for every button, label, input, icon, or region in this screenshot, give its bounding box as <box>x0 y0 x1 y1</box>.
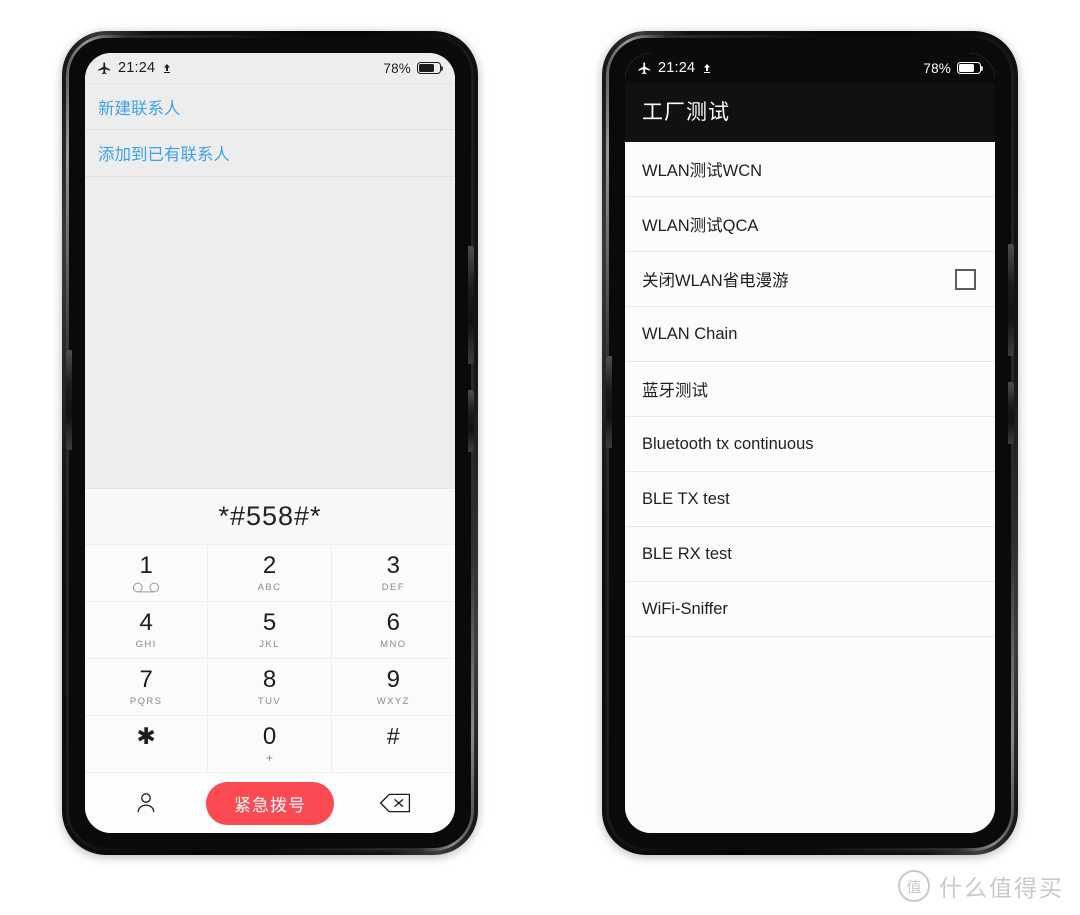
page-title: 工厂测试 <box>625 83 995 142</box>
dialpad-key-digit: ✱ <box>136 723 156 749</box>
dialpad-key-3[interactable]: 3 DEF <box>331 545 455 602</box>
dialpad-key-letters: ABC <box>257 581 282 593</box>
dialpad-key-digit: 5 <box>262 608 277 636</box>
list-item-label: Bluetooth tx continuous <box>642 434 814 453</box>
dialpad-key-letters: PQRS <box>129 695 163 707</box>
contacts-person-icon <box>133 790 159 816</box>
dialpad-key-digit: 1 <box>139 551 153 579</box>
add-to-existing-contact-label: 添加到已有联系人 <box>98 146 230 164</box>
emergency-call-button-cell: 紧急拨号 <box>206 781 334 825</box>
list-item[interactable]: WLAN Chain <box>625 307 995 362</box>
dialpad-key-6[interactable]: 6 MNO <box>331 602 455 659</box>
list-item[interactable]: BLE TX test <box>625 472 995 527</box>
phone-device-right: 21:24 78% 工厂测试 WLAN测试WCN WLAN测试QCA 关闭WLA… <box>602 31 1018 855</box>
list-item[interactable]: Bluetooth tx continuous <box>625 417 995 472</box>
battery-icon <box>417 62 444 74</box>
airplane-mode-icon <box>97 61 112 76</box>
dialpad-key-9[interactable]: 9 WXYZ <box>331 659 455 716</box>
contacts-button[interactable] <box>85 790 206 816</box>
backspace-icon <box>378 791 412 815</box>
volume-up-button-right-phone[interactable] <box>1008 244 1014 356</box>
phone-body-right: 21:24 78% 工厂测试 WLAN测试WCN WLAN测试QCA 关闭WLA… <box>606 38 1014 848</box>
power-button[interactable] <box>468 390 474 452</box>
dialpad-key-letters: MNO <box>380 638 407 650</box>
upload-arrow-icon <box>701 62 713 75</box>
dialpad-keypad: 1 2 ABC 3 DEF 4 GHI 5 JKL 6 MNO 7 PQRS 8 TUV 9 WXYZ ✱ 0 + # <box>85 545 455 773</box>
list-item-label: WLAN测试WCN <box>642 162 763 180</box>
watermark: 值 什么值得买 <box>898 869 1064 903</box>
list-item[interactable]: WLAN测试QCA <box>625 197 995 252</box>
dialpad-key-digit: 8 <box>262 665 277 693</box>
dialpad-key-8[interactable]: 8 TUV <box>208 659 332 716</box>
list-item-label: WLAN测试QCA <box>642 217 759 235</box>
dialpad-key-digit: 3 <box>386 551 400 579</box>
volume-up-button[interactable] <box>468 246 474 364</box>
list-item-label: BLE RX test <box>642 544 732 563</box>
list-item-label: BLE TX test <box>642 489 730 508</box>
dialpad-key-letters: + <box>265 751 273 765</box>
list-item-label: 关闭WLAN省电漫游 <box>642 272 789 290</box>
dialpad-key-letters: JKL <box>259 638 280 650</box>
list-item-label: WLAN Chain <box>642 324 738 343</box>
dialpad-key-2[interactable]: 2 ABC <box>208 545 332 602</box>
emergency-call-button[interactable]: 紧急拨号 <box>206 781 334 825</box>
power-button-right-phone[interactable] <box>1008 382 1014 444</box>
contact-actions-list: 新建联系人 添加到已有联系人 <box>85 83 455 177</box>
dialer-empty-area <box>85 177 455 488</box>
phone-device-left: 21:24 78% 新建联系人 添加到已有联系人 *#558#* 1 2 ABC… <box>62 31 478 855</box>
watermark-text: 什么值得买 <box>939 875 1064 901</box>
dialpad-key-0[interactable]: 0 + <box>208 716 332 773</box>
backspace-button[interactable] <box>334 791 455 815</box>
dialpad-key-digit: 7 <box>139 665 153 693</box>
watermark-logo-icon: 值 <box>898 870 930 902</box>
dialpad-key-digit: 6 <box>386 608 400 636</box>
dialpad-key-letters: DEF <box>381 581 405 593</box>
voicemail-icon <box>132 582 160 593</box>
list-item-checkbox[interactable] <box>955 268 976 290</box>
dialpad-key-1[interactable]: 1 <box>85 545 209 602</box>
list-item-label: WiFi-Sniffer <box>642 599 728 618</box>
status-time: 21:24 <box>118 60 156 76</box>
list-item-label: 蓝牙测试 <box>642 382 708 400</box>
airplane-mode-icon <box>637 61 652 76</box>
right-phone-screen: 21:24 78% 工厂测试 WLAN测试WCN WLAN测试QCA 关闭WLA… <box>625 53 995 833</box>
list-item[interactable]: 关闭WLAN省电漫游 <box>625 252 995 307</box>
dialpad-key-7[interactable]: 7 PQRS <box>85 659 209 716</box>
add-to-existing-contact-link[interactable]: 添加到已有联系人 <box>85 130 455 177</box>
list-item[interactable]: 蓝牙测试 <box>625 362 995 417</box>
dialpad-key-letters: TUV <box>257 695 282 707</box>
status-bar-left: 21:24 78% <box>85 53 455 83</box>
list-item[interactable]: BLE RX test <box>625 527 995 582</box>
volume-button-left-side[interactable] <box>66 350 72 450</box>
dialer-action-row: 紧急拨号 <box>85 773 455 833</box>
dialpad-key-star[interactable]: ✱ <box>85 716 209 773</box>
left-phone-screen: 21:24 78% 新建联系人 添加到已有联系人 *#558#* 1 2 ABC… <box>85 53 455 833</box>
new-contact-link[interactable]: 新建联系人 <box>85 83 455 130</box>
upload-arrow-icon <box>161 62 173 75</box>
dialpad-key-letters: WXYZ <box>376 695 410 707</box>
status-time: 21:24 <box>658 60 696 76</box>
new-contact-label: 新建联系人 <box>98 99 181 118</box>
factory-test-list: WLAN测试WCN WLAN测试QCA 关闭WLAN省电漫游 WLAN Chain 蓝牙… <box>625 142 995 637</box>
status-bar-right: 21:24 78% <box>625 53 995 83</box>
list-item[interactable]: WLAN测试WCN <box>625 142 995 197</box>
volume-button-left-side-right-phone[interactable] <box>606 356 612 448</box>
list-item[interactable]: WiFi-Sniffer <box>625 582 995 637</box>
dialpad-key-hash[interactable]: # <box>331 716 455 773</box>
dialpad-key-digit: 0 <box>262 722 277 750</box>
dialpad-key-digit: 4 <box>139 608 153 636</box>
phone-body-left: 21:24 78% 新建联系人 添加到已有联系人 *#558#* 1 2 ABC… <box>66 38 474 848</box>
battery-percent-label: 78% <box>923 60 951 76</box>
battery-icon <box>957 62 984 74</box>
dialpad-key-digit: 9 <box>386 665 400 693</box>
dialpad-key-5[interactable]: 5 JKL <box>208 602 332 659</box>
dialed-number-display[interactable]: *#558#* <box>85 488 455 545</box>
dialpad-key-digit: 2 <box>262 551 277 579</box>
dialpad-key-4[interactable]: 4 GHI <box>85 602 209 659</box>
dialpad-key-digit: # <box>386 723 400 749</box>
dialpad-key-letters: GHI <box>135 638 157 650</box>
battery-percent-label: 78% <box>383 60 411 76</box>
list-empty-area <box>625 637 995 833</box>
